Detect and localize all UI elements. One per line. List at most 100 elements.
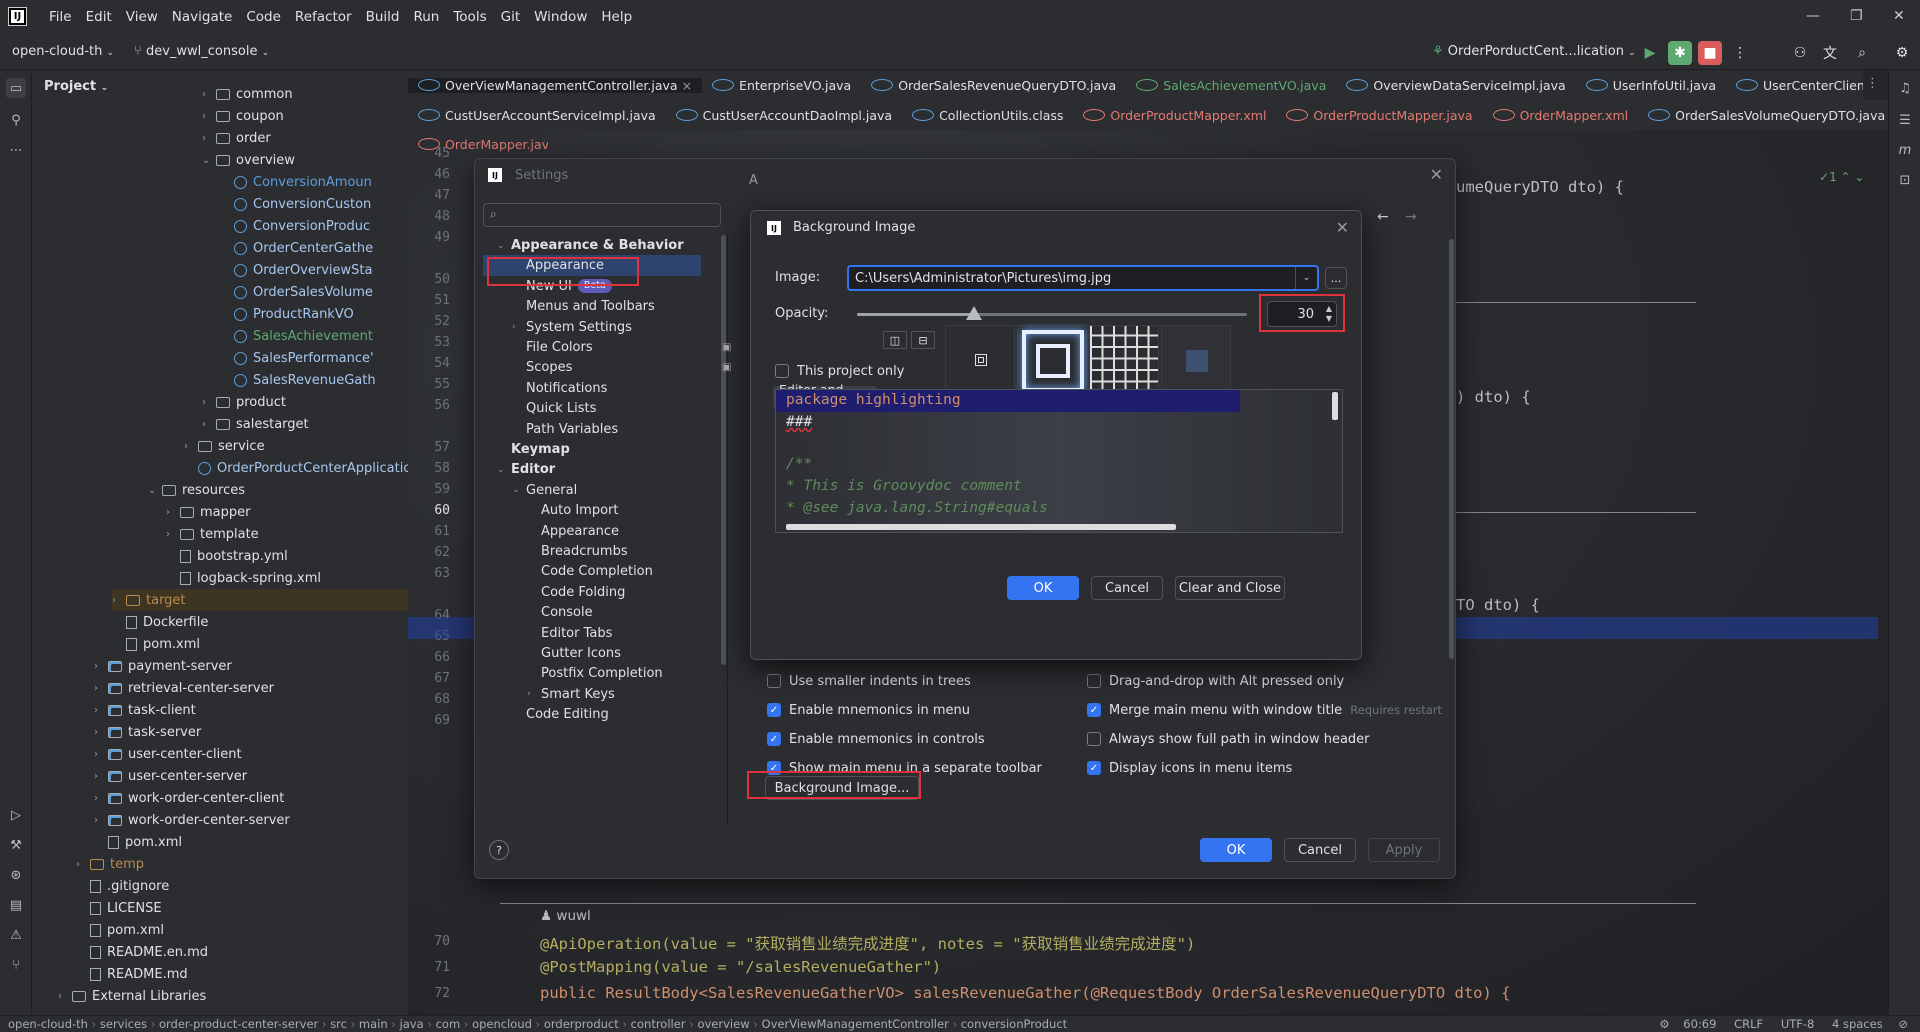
tree-item[interactable]: OrderPorductCenterApplication bbox=[184, 457, 408, 479]
settings-cancel-button[interactable]: Cancel bbox=[1284, 838, 1356, 862]
breadcrumb-item[interactable]: main bbox=[359, 1017, 388, 1031]
git-icon[interactable]: ⚙ bbox=[1659, 1017, 1669, 1031]
tree-item[interactable]: › payment-server bbox=[94, 655, 232, 677]
branch-selector[interactable]: ⑂ dev_wwl_console ⌄ bbox=[134, 44, 269, 59]
settings-nav-item[interactable]: Code Folding bbox=[527, 582, 625, 603]
structure-icon[interactable]: ⚲ bbox=[6, 110, 26, 130]
project-panel-title[interactable]: Project ⌄ bbox=[44, 79, 108, 94]
tree-item[interactable]: pom.xml bbox=[94, 831, 182, 853]
breadcrumb-item[interactable]: opencloud bbox=[472, 1017, 532, 1031]
breadcrumb-item[interactable]: open-cloud-th bbox=[8, 1017, 88, 1031]
tree-item[interactable]: › user-center-server bbox=[94, 765, 247, 787]
tree-item[interactable]: › mapper bbox=[166, 501, 250, 523]
chevron-down-icon[interactable]: ⌄ bbox=[1295, 267, 1317, 289]
chevron-right-icon[interactable]: › bbox=[94, 683, 108, 694]
file-encoding[interactable]: UTF-8 bbox=[1781, 1017, 1815, 1031]
browse-button[interactable]: ... bbox=[1325, 267, 1347, 289]
code-line-70[interactable]: @ApiOperation(value = "获取销售业绩完成进度", note… bbox=[540, 932, 1195, 954]
close-window-icon[interactable]: ✕ bbox=[1893, 8, 1905, 24]
breadcrumb-item[interactable]: com bbox=[436, 1017, 461, 1031]
chevron-right-icon[interactable]: › bbox=[166, 529, 180, 540]
split-vertical-icon[interactable]: ◫ bbox=[883, 331, 907, 349]
menu-tools[interactable]: Tools bbox=[446, 9, 493, 25]
stop-icon[interactable]: ■ bbox=[1698, 41, 1722, 65]
chevron-down-icon[interactable]: ⌄ bbox=[148, 485, 162, 496]
checkbox[interactable] bbox=[775, 364, 789, 378]
settings-checkbox[interactable]: ✓ Show main menu in a separate toolbar bbox=[767, 758, 1042, 778]
terminal-icon[interactable]: ▤ bbox=[6, 895, 26, 915]
tree-item[interactable]: › coupon bbox=[202, 105, 284, 127]
tree-item[interactable]: › retrieval-center-server bbox=[94, 677, 274, 699]
chevron-down-icon[interactable]: ⌄ bbox=[512, 485, 526, 495]
search-icon[interactable]: ⌕ bbox=[1850, 41, 1874, 65]
chevron-right-icon[interactable]: › bbox=[202, 111, 216, 122]
settings-nav-item[interactable]: › System Settings bbox=[512, 317, 632, 338]
git-icon[interactable]: ⑂ bbox=[6, 955, 26, 975]
cursor-position[interactable]: 60:69 bbox=[1683, 1017, 1716, 1031]
editor-tab[interactable]: OrderSalesVolumeQueryDTO.java bbox=[1638, 108, 1888, 123]
tree-item[interactable]: › product bbox=[202, 391, 286, 413]
more-icon[interactable]: ⋯ bbox=[6, 140, 26, 160]
menu-navigate[interactable]: Navigate bbox=[165, 9, 240, 25]
back-arrow-icon[interactable]: ← bbox=[1377, 209, 1389, 225]
lock-icon[interactable]: ⊘ bbox=[1898, 1017, 1908, 1031]
checkbox[interactable] bbox=[1087, 732, 1101, 746]
tree-item[interactable]: ConversionAmoun bbox=[220, 171, 372, 193]
tree-item[interactable]: › service bbox=[184, 435, 265, 457]
this-project-only-checkbox[interactable]: This project only bbox=[775, 361, 904, 381]
menu-git[interactable]: Git bbox=[494, 9, 528, 25]
tree-item[interactable]: › target bbox=[112, 589, 408, 611]
chevron-down-icon[interactable]: ⌄ bbox=[202, 155, 216, 166]
settings-nav-item[interactable]: Appearance bbox=[483, 255, 701, 277]
chevron-right-icon[interactable]: › bbox=[202, 419, 216, 430]
settings-nav-item[interactable]: Notifications bbox=[512, 378, 607, 399]
tree-item[interactable]: Dockerfile bbox=[112, 611, 208, 633]
dialog-ok-button[interactable]: OK bbox=[1007, 576, 1079, 600]
editor-tab[interactable]: OrderSalesRevenueQueryDTO.java bbox=[861, 78, 1126, 93]
tree-item[interactable]: › task-client bbox=[94, 699, 196, 721]
preview-hscrollbar[interactable] bbox=[786, 524, 1176, 530]
chevron-right-icon[interactable]: › bbox=[94, 727, 108, 738]
tree-item[interactable]: LICENSE bbox=[76, 897, 162, 919]
line-separator[interactable]: CRLF bbox=[1734, 1017, 1763, 1031]
tree-item[interactable]: › common bbox=[202, 83, 293, 105]
tree-item[interactable]: › order bbox=[202, 127, 271, 149]
menu-help[interactable]: Help bbox=[594, 9, 639, 25]
tree-item[interactable]: SalesRevenueGath bbox=[220, 369, 376, 391]
tree-item[interactable]: SalesPerformance' bbox=[220, 347, 374, 369]
clear-and-close-button[interactable]: Clear and Close bbox=[1175, 576, 1285, 600]
settings-nav-item[interactable]: Menus and Toolbars bbox=[512, 296, 655, 317]
chevron-down-icon[interactable]: ⌄ bbox=[497, 465, 511, 475]
settings-nav-item[interactable]: File Colors ▣ bbox=[512, 337, 731, 358]
editor-tab[interactable]: CustUserAccountDaoImpl.java bbox=[666, 108, 902, 123]
translate-icon[interactable]: 文 bbox=[1818, 41, 1842, 65]
ai-assistant-icon[interactable]: ⊡ bbox=[1895, 170, 1915, 190]
tree-item[interactable]: ConversionProduc bbox=[220, 215, 370, 237]
editor-tab[interactable]: OrderProductMapper.java bbox=[1276, 108, 1482, 123]
code-fragment[interactable]: TO dto) { bbox=[1456, 596, 1540, 614]
code-fragment[interactable]: umeQueryDTO dto) { bbox=[1456, 178, 1624, 196]
settings-nav-item[interactable]: Keymap bbox=[497, 439, 570, 460]
breadcrumb-item[interactable]: controller bbox=[631, 1017, 686, 1031]
background-image-button[interactable]: Background Image... bbox=[765, 776, 919, 800]
tree-item[interactable]: pom.xml bbox=[76, 919, 164, 941]
tree-item[interactable]: bootstrap.yml bbox=[166, 545, 288, 567]
dialog-cancel-button[interactable]: Cancel bbox=[1091, 576, 1163, 600]
settings-ok-button[interactable]: OK bbox=[1200, 838, 1272, 862]
code-fragment[interactable]: ) dto) { bbox=[1456, 388, 1531, 406]
notifications-icon[interactable]: ♫ bbox=[1895, 78, 1915, 98]
checkbox[interactable] bbox=[1087, 674, 1101, 688]
tree-item[interactable]: .gitignore bbox=[76, 875, 169, 897]
chevron-right-icon[interactable]: › bbox=[112, 595, 126, 606]
checkbox[interactable] bbox=[767, 674, 781, 688]
content-scrollbar[interactable] bbox=[1449, 239, 1454, 659]
build-icon[interactable]: ⚒ bbox=[6, 835, 26, 855]
intellij-logo-icon[interactable]: IJ bbox=[8, 7, 27, 26]
editor-tab[interactable]: OverViewManagementController.java × bbox=[408, 77, 703, 93]
debug-icon[interactable]: ✱ bbox=[1668, 41, 1692, 65]
settings-nav-item[interactable]: Postfix Completion bbox=[527, 663, 663, 684]
settings-checkbox[interactable]: ✓ Merge main menu with window title Requir… bbox=[1087, 700, 1442, 720]
chevron-right-icon[interactable]: › bbox=[58, 991, 72, 1002]
close-icon[interactable]: ✕ bbox=[1430, 165, 1443, 184]
checkbox[interactable]: ✓ bbox=[767, 732, 781, 746]
